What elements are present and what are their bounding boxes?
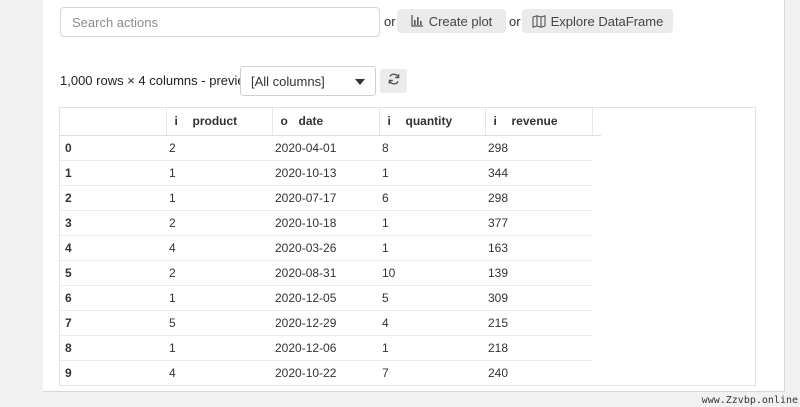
refresh-button[interactable]	[380, 69, 407, 93]
table-cell: 7	[379, 360, 485, 385]
table-cell: 2020-10-22	[272, 360, 379, 385]
bar-chart-icon	[411, 15, 424, 27]
table-cell: 215	[485, 310, 592, 336]
column-select[interactable]: [All columns]	[240, 66, 376, 96]
column-header[interactable]: i revenue	[485, 108, 593, 136]
table-row: 6 1 2020-12-05 5 309	[60, 285, 601, 311]
column-name: date	[298, 114, 324, 129]
table-cell: 1	[379, 160, 485, 186]
table-cell: 6	[379, 185, 485, 211]
table-row: 7 5 2020-12-29 4 215	[60, 310, 601, 336]
table-cell: 2	[166, 210, 272, 236]
column-select-value: [All columns]	[251, 73, 325, 89]
row-index: 7	[60, 310, 166, 336]
table-row: 4 4 2020-03-26 1 163	[60, 235, 601, 261]
row-index: 3	[60, 210, 166, 236]
table-row: 0 2 2020-04-01 8 298	[60, 135, 601, 161]
column-type: i	[387, 114, 391, 129]
table-row: 5 2 2020-08-31 10 139	[60, 260, 601, 286]
table-cell: 1	[379, 210, 485, 236]
column-header[interactable]: i product	[166, 108, 273, 136]
table-cell: 8	[379, 135, 485, 161]
table-cell: 4	[166, 235, 272, 261]
dataframe-table: i product o date i quantity i revenue 0 2 2020…	[59, 107, 756, 386]
row-index: 4	[60, 235, 166, 261]
table-cell: 377	[485, 210, 592, 236]
column-type: i	[493, 114, 497, 129]
table-row: 2 1 2020-07-17 6 298	[60, 185, 601, 211]
table-cell: 1	[166, 335, 272, 361]
column-type: i	[174, 114, 178, 129]
table-header-row: i product o date i quantity i revenue	[60, 108, 601, 136]
table-cell: 2020-07-17	[272, 185, 379, 211]
search-actions-input[interactable]	[60, 7, 380, 37]
table-cell: 218	[485, 335, 592, 361]
table-cell: 1	[166, 185, 272, 211]
table-cell: 1	[379, 335, 485, 361]
table-cell: 5	[166, 310, 272, 336]
preview-meta: 1,000 rows × 4 columns - preview	[60, 73, 255, 88]
index-header	[60, 108, 167, 136]
table-row: 3 2 2020-10-18 1 377	[60, 210, 601, 236]
table-cell: 2020-04-01	[272, 135, 379, 161]
table-cell: 4	[166, 360, 272, 385]
row-index: 0	[60, 135, 166, 161]
column-name: product	[192, 114, 238, 129]
table-cell: 10	[379, 260, 485, 286]
or-separator: or	[384, 14, 396, 29]
explore-dataframe-label: Explore DataFrame	[550, 13, 664, 29]
row-index: 8	[60, 335, 166, 361]
table-cell: 1	[166, 285, 272, 311]
table-cell: 2020-10-18	[272, 210, 379, 236]
table-cell: 309	[485, 285, 592, 311]
explore-dataframe-button[interactable]: Explore DataFrame	[522, 9, 673, 33]
row-index: 9	[60, 360, 166, 385]
create-plot-label: Create plot	[428, 13, 493, 29]
watermark: www.Zzvbp.online	[701, 395, 798, 406]
table-row: 1 1 2020-10-13 1 344	[60, 160, 601, 186]
or-separator: or	[509, 14, 521, 29]
map-icon	[532, 14, 546, 28]
column-header[interactable]: o date	[272, 108, 380, 136]
table-cell: 2020-12-06	[272, 335, 379, 361]
table-cell: 2	[166, 260, 272, 286]
table-cell: 344	[485, 160, 592, 186]
table-cell: 298	[485, 135, 592, 161]
row-index: 1	[60, 160, 166, 186]
table-row: 9 4 2020-10-22 7 240	[60, 360, 601, 385]
table-cell: 2020-03-26	[272, 235, 379, 261]
table-row: 8 1 2020-12-06 1 218	[60, 335, 601, 361]
table-cell: 4	[379, 310, 485, 336]
table-cell: 2	[166, 135, 272, 161]
table-cell: 139	[485, 260, 592, 286]
table-cell: 240	[485, 360, 592, 385]
table-cell: 1	[166, 160, 272, 186]
table-cell: 2020-10-13	[272, 160, 379, 186]
row-index: 5	[60, 260, 166, 286]
refresh-icon	[388, 72, 400, 90]
empty-header	[592, 108, 601, 136]
table-cell: 2020-12-29	[272, 310, 379, 336]
table-cell: 2020-12-05	[272, 285, 379, 311]
create-plot-button[interactable]: Create plot	[397, 9, 506, 33]
column-type: o	[280, 114, 288, 129]
column-header[interactable]: i quantity	[379, 108, 486, 136]
column-name: quantity	[405, 114, 453, 129]
row-index: 6	[60, 285, 166, 311]
table-cell: 163	[485, 235, 592, 261]
column-name: revenue	[511, 114, 558, 129]
row-index: 2	[60, 185, 166, 211]
table-cell: 2020-08-31	[272, 260, 379, 286]
caret-down-icon	[355, 79, 365, 85]
table-cell: 1	[379, 235, 485, 261]
table-cell: 5	[379, 285, 485, 311]
table-cell: 298	[485, 185, 592, 211]
